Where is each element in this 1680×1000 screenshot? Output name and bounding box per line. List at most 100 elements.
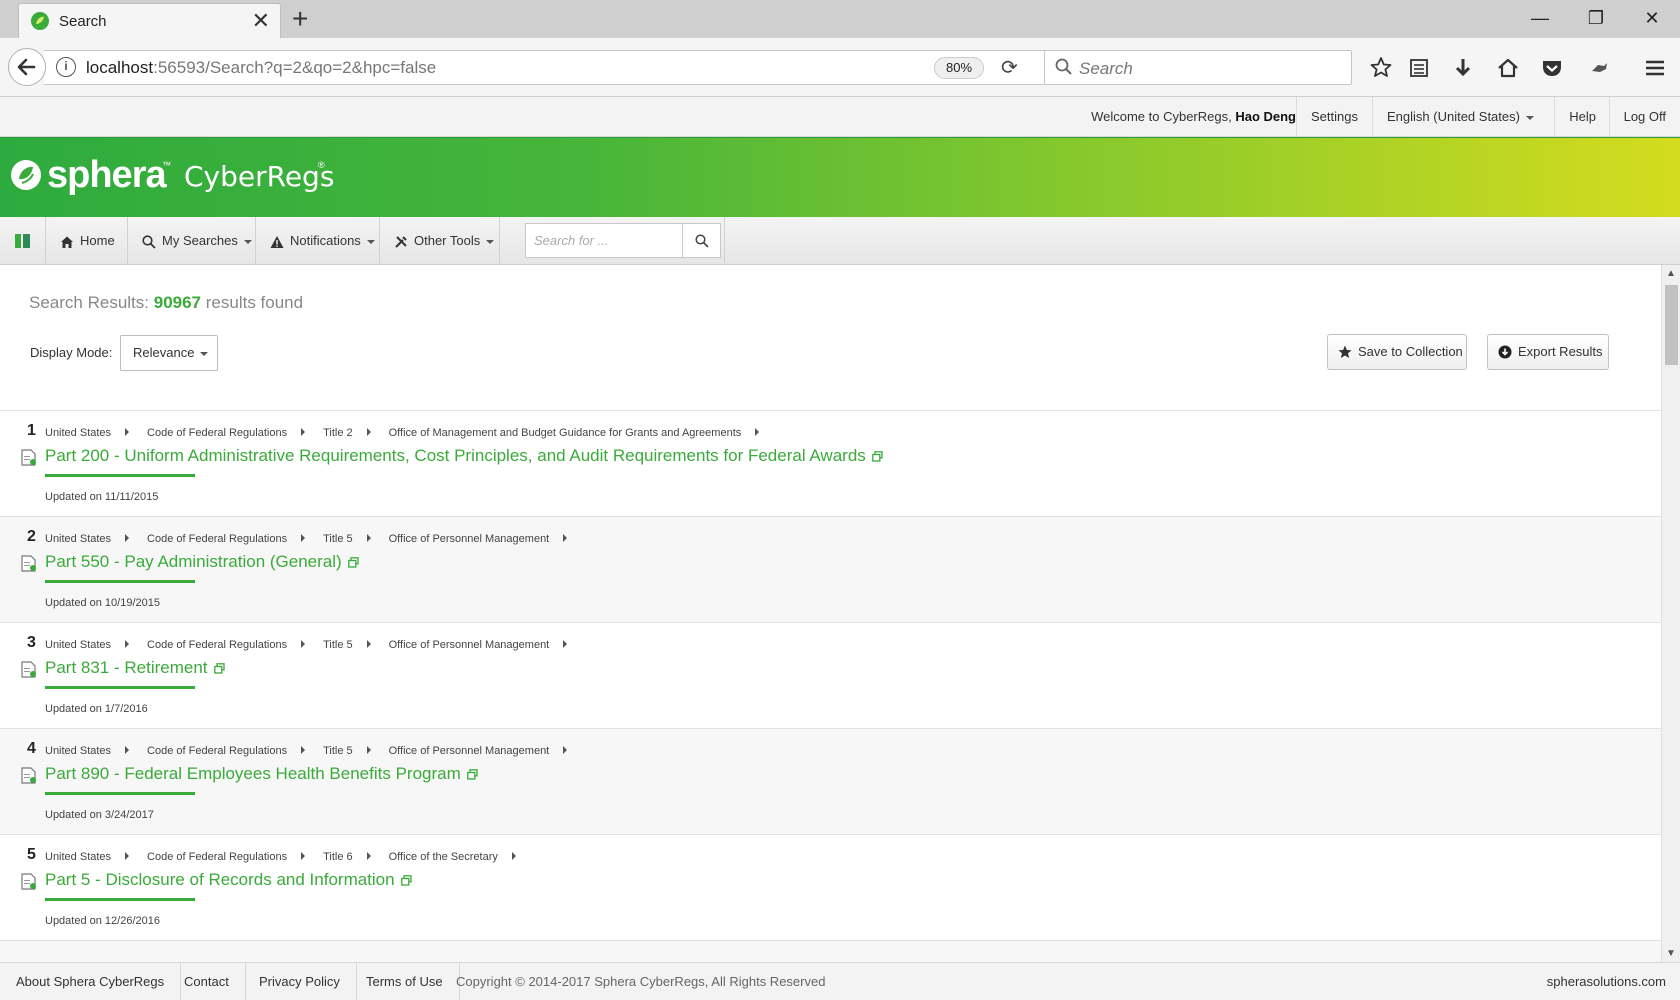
result-title: Part 890 - Federal Employees Health Bene… <box>45 764 461 783</box>
site-search-placeholder: Search for ... <box>534 233 609 248</box>
footer-terms-link[interactable]: Terms of Use <box>350 963 460 1000</box>
welcome-prefix: Welcome to CyberRegs, <box>1091 109 1236 124</box>
reload-icon[interactable]: ⟳ <box>1001 55 1018 80</box>
close-tab-icon[interactable]: ✕ <box>252 9 270 33</box>
pocket-icon[interactable] <box>1537 53 1567 83</box>
restore-icon[interactable]: ❐ <box>1568 0 1624 38</box>
menu-my-searches-label: My Searches <box>162 233 238 248</box>
scrollbar-thumb[interactable] <box>1665 285 1678 365</box>
chevron-right-icon <box>125 852 130 861</box>
menu-other-tools-label: Other Tools <box>414 233 481 248</box>
new-window-icon[interactable] <box>347 557 359 568</box>
result-title-link[interactable]: Part 831 - Retirement <box>45 658 225 678</box>
breadcrumb-item[interactable]: Title 5 <box>323 533 353 545</box>
vertical-scrollbar[interactable]: ▲ ▼ <box>1661 265 1680 962</box>
results-label: Search Results: <box>29 293 149 312</box>
menu-notifications[interactable]: Notifications <box>256 217 380 264</box>
breadcrumb-item[interactable]: United States <box>45 745 111 757</box>
logoff-link[interactable]: Log Off <box>1608 97 1680 137</box>
registered-mark: ® <box>318 160 325 170</box>
title-underline <box>45 474 195 477</box>
breadcrumb-item[interactable]: Code of Federal Regulations <box>147 745 287 757</box>
scroll-up-icon[interactable]: ▲ <box>1666 268 1676 279</box>
breadcrumb-item[interactable]: Title 5 <box>323 639 353 651</box>
chevron-right-icon <box>366 534 371 543</box>
breadcrumb-item[interactable]: Code of Federal Regulations <box>147 851 287 863</box>
breadcrumb-item[interactable]: Office of Personnel Management <box>389 533 550 545</box>
new-window-icon[interactable] <box>466 769 478 780</box>
new-window-icon[interactable] <box>213 663 225 674</box>
chevron-right-icon <box>511 852 516 861</box>
breadcrumb-item[interactable]: United States <box>45 851 111 863</box>
result-title-link[interactable]: Part 890 - Federal Employees Health Bene… <box>45 764 478 784</box>
help-link[interactable]: Help <box>1554 97 1610 137</box>
footer-contact-link[interactable]: Contact <box>168 963 246 1000</box>
results-summary: Search Results: 90967 results found <box>29 293 303 313</box>
breadcrumb-item[interactable]: Title 6 <box>323 851 353 863</box>
chevron-right-icon <box>301 428 306 437</box>
menu-my-searches[interactable]: My Searches <box>128 217 256 264</box>
breadcrumb-item[interactable]: Office of Personnel Management <box>389 639 550 651</box>
reading-list-icon[interactable] <box>1404 53 1434 83</box>
display-mode-dropdown[interactable]: Relevance <box>120 335 218 371</box>
info-icon[interactable]: i <box>56 57 76 77</box>
chevron-right-icon <box>563 746 568 755</box>
breadcrumb-item[interactable]: United States <box>45 427 111 439</box>
new-tab-icon[interactable]: + <box>292 2 308 36</box>
browser-tab[interactable]: Search ✕ <box>18 3 281 38</box>
footer-privacy-link[interactable]: Privacy Policy <box>243 963 357 1000</box>
title-underline <box>45 792 195 795</box>
breadcrumb-item[interactable]: Code of Federal Regulations <box>147 639 287 651</box>
breadcrumb-item[interactable]: Office of the Secretary <box>389 851 498 863</box>
browser-search-box[interactable]: Search <box>1044 50 1352 85</box>
close-window-icon[interactable]: ✕ <box>1624 0 1680 38</box>
footer-site-link[interactable]: spherasolutions.com <box>1547 963 1666 1000</box>
result-title-link[interactable]: Part 200 - Uniform Administrative Requir… <box>45 446 883 466</box>
chevron-right-icon <box>125 640 130 649</box>
language-label: English (United States) <box>1387 109 1520 124</box>
chevron-down-icon <box>200 351 209 356</box>
breadcrumb-item[interactable]: Title 5 <box>323 745 353 757</box>
result-row: 4 United States Code of Federal Regulatio… <box>0 728 1661 834</box>
url-bar[interactable]: i localhost:56593/Search?q=2&qo=2&hpc=fa… <box>44 50 1048 85</box>
result-row: 1 United States Code of Federal Regulatio… <box>0 410 1661 516</box>
new-window-icon[interactable] <box>871 451 883 462</box>
chevron-down-icon <box>1525 115 1534 120</box>
back-button[interactable] <box>8 48 46 86</box>
save-to-collection-button[interactable]: Save to Collection <box>1327 334 1467 370</box>
breadcrumb-item[interactable]: Title 2 <box>323 427 353 439</box>
language-dropdown[interactable]: English (United States) <box>1372 97 1550 137</box>
result-title-link[interactable]: Part 550 - Pay Administration (General) <box>45 552 359 572</box>
breadcrumb-item[interactable]: Code of Federal Regulations <box>147 533 287 545</box>
zoom-level[interactable]: 80% <box>934 57 984 79</box>
url-text[interactable]: localhost:56593/Search?q=2&qo=2&hpc=fals… <box>86 58 436 78</box>
minimize-icon[interactable]: — <box>1512 0 1568 38</box>
new-window-icon[interactable] <box>400 875 412 886</box>
breadcrumb-item[interactable]: United States <box>45 533 111 545</box>
sidebar-toggle[interactable] <box>0 217 46 264</box>
download-icon[interactable] <box>1448 53 1478 83</box>
footer-about-link[interactable]: About Sphera CyberRegs <box>0 963 182 1000</box>
home-icon[interactable] <box>1493 53 1523 83</box>
chevron-right-icon <box>301 746 306 755</box>
breadcrumb-item[interactable]: Code of Federal Regulations <box>147 427 287 439</box>
main-menu-bar: Home My Searches Notifications Other Too… <box>0 217 1680 265</box>
site-search-button[interactable] <box>683 223 721 258</box>
scroll-down-icon[interactable]: ▼ <box>1666 948 1676 959</box>
export-results-button[interactable]: Export Results <box>1487 334 1609 370</box>
site-search-input[interactable]: Search for ... <box>525 223 683 258</box>
menu-other-tools[interactable]: Other Tools <box>380 217 500 264</box>
chevron-right-icon <box>125 534 130 543</box>
chevron-right-icon <box>563 640 568 649</box>
extension-icon[interactable] <box>1584 53 1614 83</box>
settings-link[interactable]: Settings <box>1296 97 1372 137</box>
menu-home[interactable]: Home <box>46 217 128 264</box>
result-title-link[interactable]: Part 5 - Disclosure of Records and Infor… <box>45 870 412 890</box>
result-breadcrumb: United States Code of Federal Regulations… <box>45 639 585 651</box>
hamburger-menu-icon[interactable] <box>1640 53 1670 83</box>
bookmark-star-icon[interactable] <box>1366 53 1396 83</box>
breadcrumb-item[interactable]: Office of Personnel Management <box>389 745 550 757</box>
breadcrumb-item[interactable]: United States <box>45 639 111 651</box>
breadcrumb-item[interactable]: Office of Management and Budget Guidance… <box>389 427 742 439</box>
result-updated: Updated on 3/24/2017 <box>45 809 154 821</box>
